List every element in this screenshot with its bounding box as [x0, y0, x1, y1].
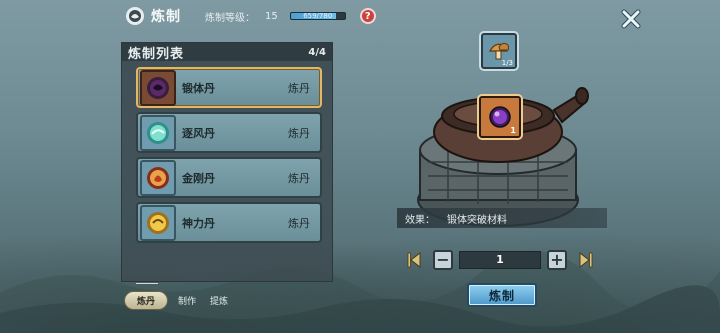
bottom-tabs: 炼丹 制作 提炼: [124, 291, 232, 310]
page-title: 炼制: [151, 9, 181, 25]
background-mist: [0, 213, 720, 333]
recipe-name: 神力丹: [182, 216, 215, 230]
ingredient-slot[interactable]: 1/3: [481, 33, 517, 69]
recipe-name: 逐风丹: [182, 126, 215, 140]
decrease-button[interactable]: −: [433, 250, 453, 270]
recipe-icon-box: [140, 204, 176, 241]
panel-header: 炼制列表 4/4: [122, 43, 332, 62]
recipe-action: 炼丹: [288, 171, 310, 185]
increase-button[interactable]: +: [547, 250, 567, 270]
ingredient-count: 1/3: [501, 59, 513, 67]
recipe-action: 炼丹: [288, 216, 310, 230]
recipe-name: 锻体丹: [182, 81, 215, 95]
tab-alchemy[interactable]: 炼丹: [124, 291, 169, 310]
exp-text: 659/780: [303, 12, 333, 20]
recipe-action: 炼丹: [288, 126, 310, 140]
recipe-row[interactable]: 神力丹 炼丹: [136, 202, 322, 243]
effect-value: 锻体突破材料: [447, 214, 507, 226]
level-value: 15: [265, 10, 278, 22]
fire-orb-icon: [147, 166, 169, 189]
purple-pill-icon: [489, 106, 511, 128]
tab-indicator: [136, 283, 158, 284]
recipe-row[interactable]: 锻体丹 炼丹: [136, 67, 322, 108]
header: 炼制 炼制等级： 15 659/780 ?: [125, 4, 376, 28]
effect-label: 效果：: [405, 214, 435, 226]
recipe-row[interactable]: 金刚丹 炼丹: [136, 157, 322, 198]
recipe-name: 金刚丹: [182, 171, 215, 185]
recipe-action: 炼丹: [288, 81, 310, 95]
exp-bar: 659/780: [289, 12, 346, 20]
cauldron-icon: [126, 7, 144, 25]
recipe-icon-box: [140, 159, 176, 196]
recipe-row[interactable]: 逐风丹 炼丹: [136, 112, 322, 153]
recipe-icon-box: [140, 69, 176, 106]
help-button[interactable]: ?: [359, 8, 376, 24]
effect-bar: 效果： 锻体突破材料: [397, 208, 607, 228]
quantity-stepper: − 1 +: [407, 250, 593, 270]
close-icon[interactable]: [620, 8, 642, 30]
wind-orb-icon: [147, 121, 169, 144]
gold-orb-icon: [147, 211, 169, 234]
recipe-panel: 炼制列表 4/4 锻体丹 炼丹 逐风丹 炼丹 金刚丹 炼丹 神力丹 炼丹: [121, 42, 333, 282]
tab-refine[interactable]: 提炼: [206, 292, 232, 309]
panel-title: 炼制列表: [128, 46, 185, 62]
max-quantity-icon[interactable]: [579, 251, 593, 269]
min-quantity-icon[interactable]: [407, 251, 421, 269]
quantity-input[interactable]: 1: [459, 251, 541, 269]
panel-count: 4/4: [308, 46, 326, 58]
craft-button[interactable]: 炼制: [467, 283, 537, 307]
level-label: 炼制等级：: [205, 12, 255, 24]
dark-purple-orb-icon: [147, 76, 169, 99]
tab-craft[interactable]: 制作: [174, 292, 200, 309]
result-slot[interactable]: 1: [479, 96, 521, 138]
recipe-icon-box: [140, 114, 176, 151]
recipe-list: 锻体丹 炼丹 逐风丹 炼丹 金刚丹 炼丹 神力丹 炼丹: [136, 67, 322, 247]
result-count: 1: [510, 126, 516, 135]
